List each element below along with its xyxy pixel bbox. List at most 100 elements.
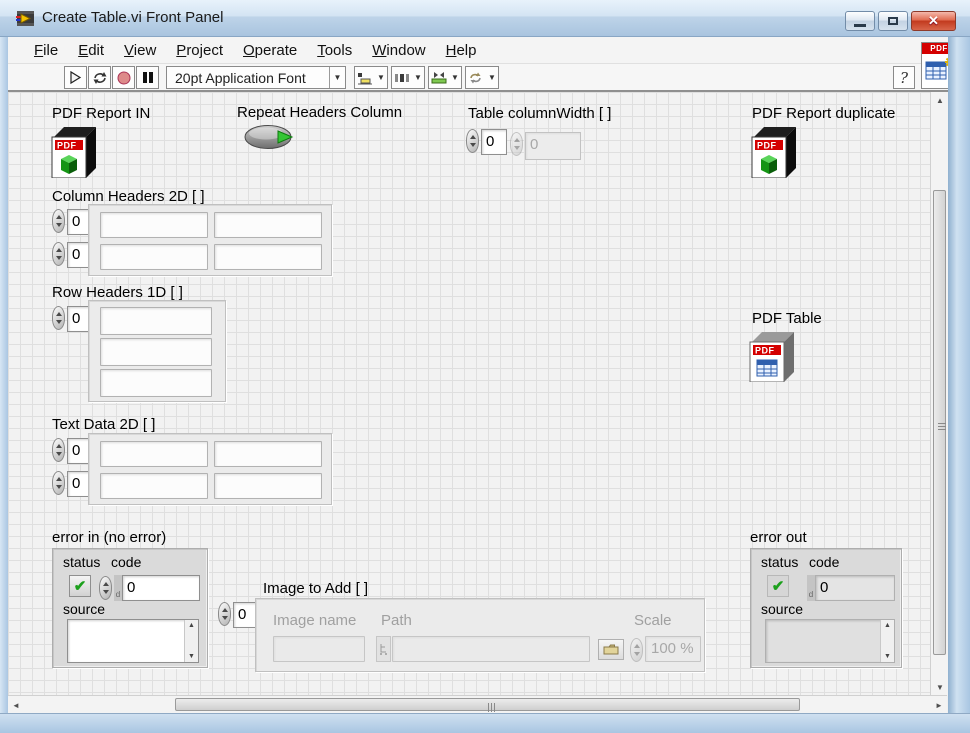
error-in-cluster: status code ✔ d 0 source ▲ ▼ [52, 548, 208, 668]
svg-text:PDF: PDF [755, 346, 775, 356]
menu-tools[interactable]: Tools [307, 39, 362, 62]
array-element-string[interactable] [100, 307, 212, 335]
radix-indicator: d [807, 575, 815, 601]
chevron-down-icon [329, 67, 345, 88]
minimize-button[interactable] [845, 11, 875, 31]
menu-edit[interactable]: Edit [68, 39, 114, 62]
image-to-add-label: Image to Add [ ] [263, 580, 368, 597]
minimize-icon [854, 24, 866, 27]
array-element-string[interactable] [214, 244, 322, 270]
array-element-string[interactable] [214, 473, 322, 499]
scroll-down-icon[interactable]: ▼ [188, 653, 195, 660]
row-headers-1d-label: Row Headers 1D [ ] [52, 284, 183, 301]
index-spinner[interactable] [52, 242, 65, 266]
text-data-2d-row-index: 0 [52, 438, 93, 464]
path-field [392, 636, 590, 662]
font-selector-value: 20pt Application Font [167, 70, 329, 86]
index-spinner[interactable] [52, 306, 65, 330]
menu-window[interactable]: Window [362, 39, 435, 62]
menu-operate[interactable]: Operate [233, 39, 307, 62]
resize-objects-button[interactable] [428, 66, 462, 89]
pdf-report-duplicate-icon[interactable]: PDF [750, 125, 798, 178]
checkmark-icon: ✔ [74, 577, 87, 595]
repeat-headers-column-label: Repeat Headers Column [237, 104, 402, 121]
front-panel-workspace[interactable]: PDF Report IN PDF Repeat Headers Column … [8, 92, 930, 695]
pdf-table-icon[interactable]: PDF [748, 330, 796, 382]
array-element-string[interactable] [100, 338, 212, 366]
text-data-2d-label: Text Data 2D [ ] [52, 416, 155, 433]
vertical-scrollbar-thumb[interactable] [933, 190, 946, 655]
source-scrollbar[interactable]: ▲ ▼ [880, 620, 894, 662]
status-label: status [63, 554, 100, 570]
error-out-label: error out [750, 529, 807, 546]
chevron-down-icon [486, 67, 498, 88]
scroll-down-icon[interactable]: ▼ [931, 679, 949, 695]
index-spinner[interactable] [52, 209, 65, 233]
run-continuously-button[interactable] [88, 66, 111, 89]
column-headers-2d-row-index: 0 [52, 209, 93, 235]
horizontal-scrollbar[interactable]: ◄ ► [8, 695, 947, 713]
close-button[interactable]: ✕ [911, 11, 956, 31]
numeric-spinner[interactable] [99, 576, 112, 600]
code-value[interactable]: 0 [122, 575, 200, 601]
image-name-field [273, 636, 365, 662]
table-columnwidth-label: Table columnWidth [ ] [468, 105, 611, 122]
menu-bar: File Edit View Project Operate Tools Win… [8, 37, 948, 64]
array-element-string[interactable] [214, 441, 322, 467]
code-label: code [111, 554, 141, 570]
status-indicator: ✔ [767, 575, 789, 597]
chevron-down-icon [375, 67, 387, 88]
horizontal-scrollbar-thumb[interactable] [175, 698, 800, 711]
thumb-grip [938, 423, 946, 431]
folder-icon [603, 644, 619, 655]
menu-help[interactable]: Help [436, 39, 487, 62]
array-element-string[interactable] [100, 441, 208, 467]
scroll-left-icon[interactable]: ◄ [8, 696, 24, 714]
distribute-objects-button[interactable] [391, 66, 425, 89]
code-label: code [809, 554, 839, 570]
scroll-up-icon[interactable]: ▲ [884, 622, 891, 629]
align-objects-icon [355, 71, 375, 85]
repeat-headers-column-button[interactable] [243, 123, 297, 151]
radix-indicator[interactable]: d [114, 575, 122, 601]
title-bar[interactable]: Create Table.vi Front Panel ✕ [0, 0, 970, 37]
scale-label: Scale [634, 612, 672, 629]
menu-file[interactable]: File [24, 39, 68, 62]
source-scrollbar[interactable]: ▲ ▼ [184, 620, 198, 662]
index-spinner[interactable] [218, 602, 231, 626]
source-string: ▲ ▼ [765, 619, 895, 663]
menu-project[interactable]: Project [166, 39, 233, 62]
scroll-down-icon[interactable]: ▼ [884, 653, 891, 660]
scroll-up-icon[interactable]: ▲ [188, 622, 195, 629]
table-columnwidth-element: 0 [510, 132, 581, 160]
context-help-button[interactable]: ? [893, 66, 915, 89]
reorder-objects-button[interactable] [465, 66, 499, 89]
vertical-scrollbar[interactable]: ▲ ▼ [930, 92, 948, 695]
menu-view[interactable]: View [114, 39, 166, 62]
run-button[interactable] [64, 66, 87, 89]
pause-button[interactable] [136, 66, 159, 89]
array-element-string[interactable] [100, 212, 208, 238]
array-index-value[interactable]: 0 [481, 129, 507, 155]
numeric-spinner [510, 132, 523, 156]
array-element-string[interactable] [100, 473, 208, 499]
index-spinner[interactable] [466, 129, 479, 153]
reorder-objects-icon [466, 71, 486, 85]
array-element-string[interactable] [214, 212, 322, 238]
font-selector[interactable]: 20pt Application Font [166, 66, 346, 89]
status-boolean[interactable]: ✔ [69, 575, 91, 597]
align-objects-button[interactable] [354, 66, 388, 89]
array-element-string[interactable] [100, 244, 208, 270]
source-string[interactable]: ▲ ▼ [67, 619, 199, 663]
abort-button[interactable] [112, 66, 135, 89]
array-element-string[interactable] [100, 369, 212, 397]
code-value: 0 [815, 575, 895, 601]
pdf-report-in-icon[interactable]: PDF [50, 125, 98, 178]
window-frame-right [948, 37, 970, 713]
maximize-button[interactable] [878, 11, 908, 31]
scroll-right-icon[interactable]: ► [931, 696, 947, 714]
index-spinner[interactable] [52, 471, 65, 495]
scroll-up-icon[interactable]: ▲ [931, 92, 949, 108]
index-spinner[interactable] [52, 438, 65, 462]
run-continuous-icon [92, 70, 108, 86]
